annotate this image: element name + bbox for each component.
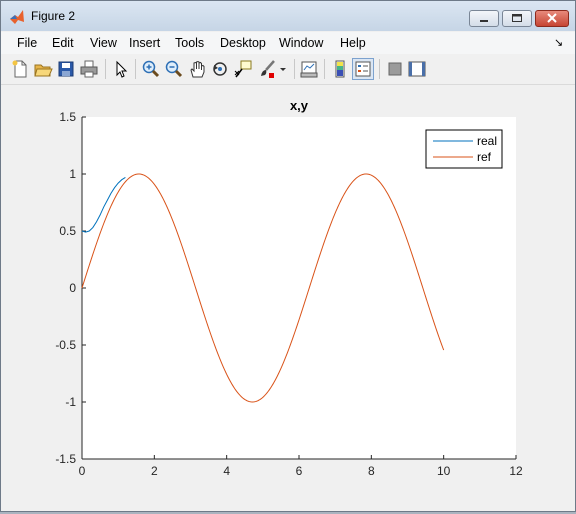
x-tick-label: 12 (509, 464, 523, 478)
y-tick-label: 0 (69, 281, 76, 295)
open-file-icon[interactable] (33, 59, 53, 79)
toolbar-separator (294, 59, 295, 79)
legend-label-real: real (477, 134, 497, 148)
legend-label-ref: ref (477, 150, 492, 164)
figure-canvas: 0 2 4 6 8 10 12 1.5 1 0.5 0 -0.5 -1 -1.5 x,y real ref (1, 85, 575, 511)
zoom-out-icon[interactable] (164, 59, 184, 79)
y-tick-label: -1 (65, 395, 76, 409)
window-title: Figure 2 (31, 9, 76, 23)
maximize-button[interactable] (502, 10, 532, 27)
matlab-logo-icon (9, 9, 25, 25)
close-icon (547, 13, 557, 23)
menu-window[interactable]: Window (279, 36, 323, 50)
rotate-3d-icon[interactable] (210, 59, 230, 79)
y-tick-label: 0.5 (59, 224, 76, 238)
insert-colorbar-icon[interactable] (330, 59, 350, 79)
pan-hand-icon[interactable] (187, 59, 207, 79)
menu-help[interactable]: Help (340, 36, 366, 50)
x-tick-label: 4 (223, 464, 230, 478)
save-icon[interactable] (56, 59, 76, 79)
hide-plot-tools-icon[interactable] (385, 59, 405, 79)
x-tick-label: 8 (368, 464, 375, 478)
insert-legend-icon[interactable] (352, 58, 374, 80)
y-tick-label: -1.5 (55, 452, 76, 466)
minimize-icon (480, 20, 488, 22)
menu-edit[interactable]: Edit (52, 36, 74, 50)
menu-view[interactable]: View (90, 36, 117, 50)
minimize-button[interactable] (469, 10, 499, 27)
select-arrow-icon[interactable] (111, 59, 131, 79)
close-button[interactable] (535, 10, 569, 27)
menu-dock-arrow-icon[interactable]: ↘ (554, 36, 563, 49)
maximize-icon (512, 14, 522, 22)
new-figure-icon[interactable] (10, 59, 30, 79)
y-tick-label: 1.5 (59, 110, 76, 124)
title-bar[interactable]: Figure 2 (1, 1, 575, 31)
figure-toolbar (1, 54, 575, 85)
x-tick-label: 2 (151, 464, 158, 478)
menu-file[interactable]: File (17, 36, 37, 50)
menu-tools[interactable]: Tools (175, 36, 204, 50)
menu-insert[interactable]: Insert (129, 36, 160, 50)
legend[interactable]: real ref (425, 129, 503, 169)
menu-desktop[interactable]: Desktop (220, 36, 266, 50)
brush-dropdown-icon[interactable] (278, 59, 288, 79)
show-plot-tools-icon[interactable] (407, 59, 427, 79)
toolbar-separator (379, 59, 380, 79)
zoom-in-icon[interactable] (141, 59, 161, 79)
toolbar-separator (135, 59, 136, 79)
y-tick-label: 1 (69, 167, 76, 181)
print-icon[interactable] (79, 59, 99, 79)
plot-svg[interactable]: 0 2 4 6 8 10 12 1.5 1 0.5 0 -0.5 -1 -1.5 x,y real ref (1, 85, 575, 511)
axes-title: x,y (290, 98, 309, 113)
x-tick-label: 10 (437, 464, 451, 478)
link-plot-icon[interactable] (299, 59, 319, 79)
toolbar-separator (324, 59, 325, 79)
y-tick-label: -0.5 (55, 338, 76, 352)
toolbar-separator (105, 59, 106, 79)
brush-icon[interactable] (257, 59, 277, 79)
data-cursor-icon[interactable] (233, 59, 253, 79)
figure-window: Figure 2 File Edit View Insert Tools Des… (0, 0, 576, 512)
x-tick-label: 0 (79, 464, 86, 478)
menu-bar: File Edit View Insert Tools Desktop Wind… (1, 32, 575, 54)
x-tick-label: 6 (296, 464, 303, 478)
